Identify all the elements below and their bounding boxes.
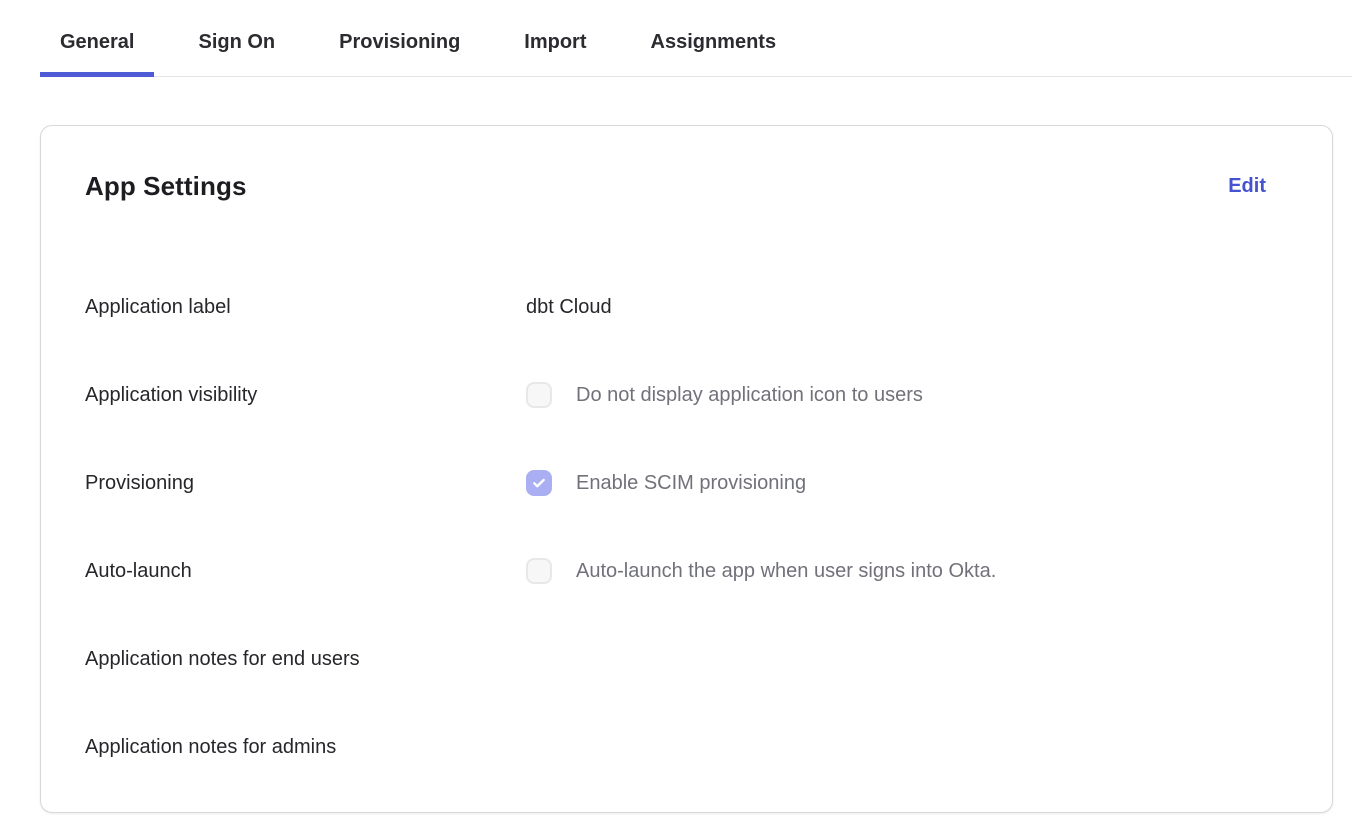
row-notes-end-users: Application notes for end users	[85, 645, 1266, 673]
tab-sign-on[interactable]: Sign On	[178, 0, 295, 76]
row-provisioning: Provisioning Enable SCIM provisioning	[85, 469, 1266, 497]
application-visibility-checkbox[interactable]	[526, 382, 552, 408]
row-auto-launch: Auto-launch Auto-launch the app when use…	[85, 557, 1266, 585]
provisioning-option: Enable SCIM provisioning	[526, 469, 806, 497]
application-label-value: dbt Cloud	[526, 293, 612, 321]
field-label: Application notes for admins	[85, 733, 526, 761]
provisioning-checkbox[interactable]	[526, 470, 552, 496]
field-label: Auto-launch	[85, 557, 526, 585]
card-title: App Settings	[85, 168, 247, 204]
field-label: Application notes for end users	[85, 645, 526, 673]
application-visibility-option: Do not display application icon to users	[526, 381, 923, 409]
field-label: Application label	[85, 293, 526, 321]
row-application-visibility: Application visibility Do not display ap…	[85, 381, 1266, 409]
checkbox-label: Enable SCIM provisioning	[576, 469, 806, 497]
checkbox-label: Do not display application icon to users	[576, 381, 923, 409]
auto-launch-option: Auto-launch the app when user signs into…	[526, 557, 996, 585]
tab-import[interactable]: Import	[504, 0, 606, 76]
checkbox-label: Auto-launch the app when user signs into…	[576, 557, 996, 585]
tab-provisioning[interactable]: Provisioning	[319, 0, 480, 76]
field-label: Provisioning	[85, 469, 526, 497]
checkmark-icon	[531, 475, 547, 491]
tab-assignments[interactable]: Assignments	[631, 0, 797, 76]
settings-rows: Application label dbt Cloud Application …	[85, 293, 1266, 761]
auto-launch-checkbox[interactable]	[526, 558, 552, 584]
field-label: Application visibility	[85, 381, 526, 409]
tab-general[interactable]: General	[40, 0, 154, 76]
row-application-label: Application label dbt Cloud	[85, 293, 1266, 321]
app-settings-card: App Settings Edit Application label dbt …	[40, 125, 1333, 813]
card-header: App Settings Edit	[85, 168, 1266, 204]
tab-bar: General Sign On Provisioning Import Assi…	[40, 0, 1352, 77]
edit-link[interactable]: Edit	[1228, 175, 1266, 198]
row-notes-admins: Application notes for admins	[85, 733, 1266, 761]
